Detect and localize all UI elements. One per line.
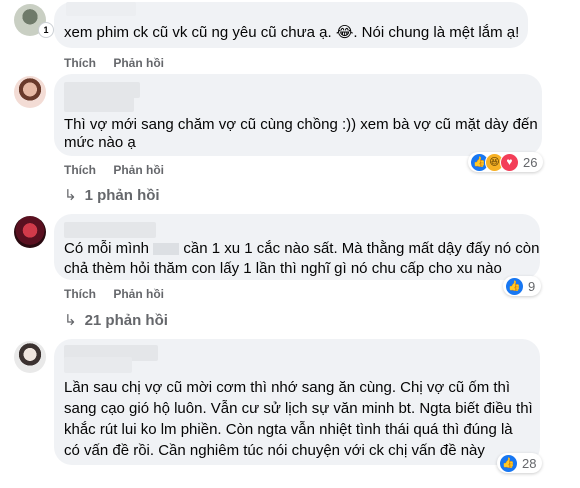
comment-text-line: có vấn đề rồi. Cần nghiêm túc nói chuyện… — [64, 442, 485, 459]
reaction-summary[interactable]: 👍 😆 ♥ 26 — [468, 152, 544, 172]
comment-text-line: mức nào ạ — [64, 134, 136, 151]
avatar-badge: 1 — [38, 22, 54, 38]
reply-button[interactable]: Phản hồi — [113, 56, 164, 70]
view-replies-link[interactable]: ↳ 1 phản hồi — [64, 186, 160, 204]
reaction-summary[interactable]: 👍 28 — [497, 453, 543, 473]
comment-bubble: Thì vợ mới sang chăm vợ cũ cùng chồng :)… — [54, 74, 542, 156]
comment-text-line: sang cạo gió hộ luôn. Vẫn cư sử lịch sự … — [64, 400, 533, 417]
comment-bubble: xem phim ck cũ vk cũ ng yêu cũ chưa ạ. 😂… — [54, 2, 528, 48]
like-button[interactable]: Thích — [64, 163, 96, 177]
heart-icon: ♥ — [500, 152, 519, 172]
comment-text-line: Có mỗi mình cần 1 xu 1 cắc nào sất. Mà t… — [64, 238, 539, 260]
reply-button[interactable]: Phản hồi — [113, 163, 164, 177]
commenter-name-redacted — [64, 96, 134, 112]
commenter-name-redacted — [66, 2, 136, 16]
commenter-name-redacted — [64, 357, 132, 373]
comment-text-line: chả thèm hỏi thăm con lấy 1 lần thì nghĩ… — [64, 260, 502, 277]
reply-arrow-icon: ↳ — [64, 312, 77, 329]
reply-arrow-icon: ↳ — [64, 187, 77, 204]
like-button[interactable]: Thích — [64, 287, 96, 301]
replies-count-label: 1 phản hồi — [84, 187, 160, 204]
comment-text-line: khắc rút lui ko lm phiền. Còn ngta vẫn n… — [64, 421, 513, 438]
comment-bubble: Lần sau chị vợ cũ mời cơm thì nhớ sang ă… — [54, 339, 540, 465]
avatar[interactable] — [14, 216, 46, 248]
comment-actions: Thích Phản hồi — [64, 163, 178, 177]
comment-actions: Thích Phản hồi — [64, 56, 178, 70]
view-replies-link[interactable]: ↳ 21 phản hồi — [64, 311, 168, 329]
reaction-count: 9 — [528, 278, 536, 294]
comment-bubble: Có mỗi mình cần 1 xu 1 cắc nào sất. Mà t… — [54, 214, 540, 280]
reply-button[interactable]: Phản hồi — [113, 287, 164, 301]
replies-count-label: 21 phản hồi — [84, 312, 168, 329]
comment-text: xem phim ck cũ vk cũ ng yêu cũ chưa ạ. 😂… — [64, 24, 520, 41]
like-icon: 👍 — [499, 453, 518, 473]
avatar[interactable] — [14, 76, 46, 108]
comment-text-part: Có mỗi mình — [64, 240, 150, 257]
comment-text-line: Lần sau chị vợ cũ mời cơm thì nhớ sang ă… — [64, 379, 511, 396]
reaction-count: 26 — [523, 154, 538, 170]
avatar[interactable] — [14, 341, 46, 373]
like-button[interactable]: Thích — [64, 56, 96, 70]
reaction-summary[interactable]: 👍 9 — [503, 276, 542, 296]
redacted-text — [153, 243, 180, 256]
reaction-count: 28 — [522, 455, 537, 471]
like-icon: 👍 — [505, 276, 524, 296]
comment-text-part: cần 1 xu 1 cắc nào sất. Mà thằng mất dậy… — [183, 240, 540, 257]
comment-actions: Thích Phản hồi — [64, 287, 178, 301]
commenter-name-redacted — [64, 222, 156, 238]
